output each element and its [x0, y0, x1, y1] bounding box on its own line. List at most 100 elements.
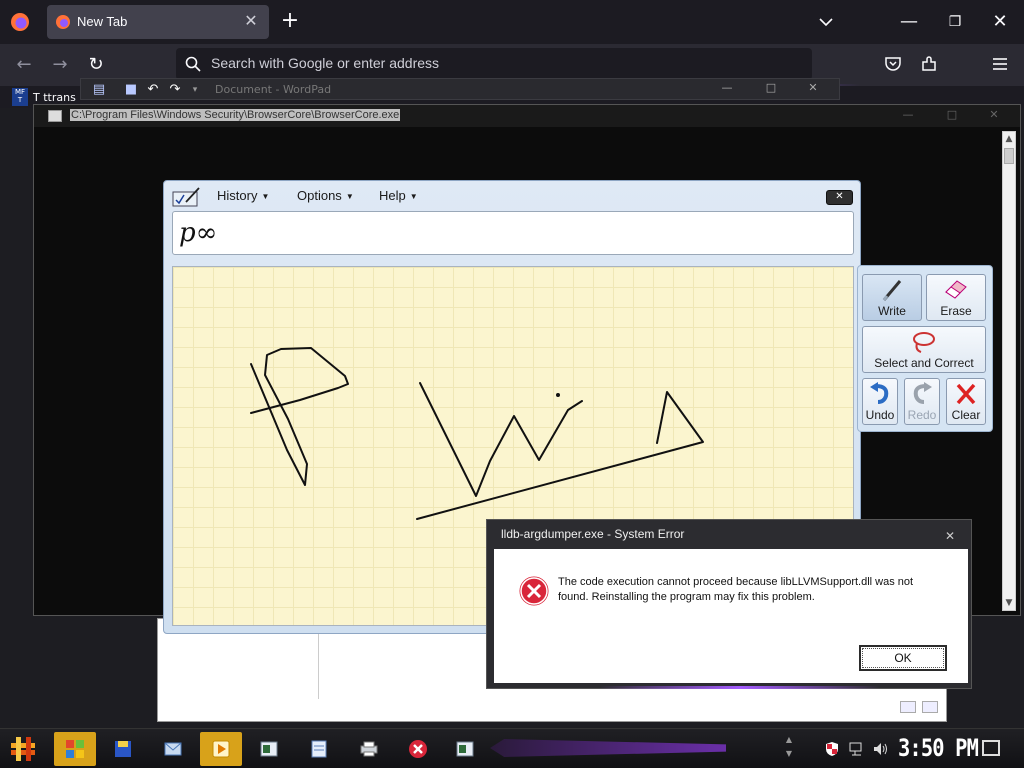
wordpad-title: Document - WordPad	[215, 83, 332, 96]
media-player-icon	[212, 740, 230, 758]
taskbar: ▲ ▼ 3:50 PM	[0, 728, 1024, 768]
redo-icon[interactable]: ↷	[167, 82, 183, 98]
chevron-down-icon[interactable]	[816, 12, 836, 32]
security-shield-icon[interactable]	[824, 741, 840, 757]
firefox-tab-icon	[56, 15, 70, 29]
tab-title: New Tab	[77, 14, 128, 29]
taskbar-item-save[interactable]	[102, 732, 144, 766]
notification-icon[interactable]	[982, 740, 1000, 756]
mft-app-icon[interactable]: MF T	[12, 88, 28, 106]
pocket-icon[interactable]	[883, 54, 903, 74]
menu-icon[interactable]	[990, 54, 1010, 74]
save-icon[interactable]: ■	[123, 82, 139, 98]
scroll-up-icon[interactable]: ▲	[1003, 132, 1015, 146]
back-arrow-icon[interactable]: ←	[12, 53, 36, 77]
error-message: The code execution cannot proceed becaus…	[558, 576, 914, 603]
undo-button[interactable]: Undo	[862, 378, 898, 425]
console-path: C:\Program Files\Windows Security\Browse…	[70, 109, 401, 121]
quick-access-chevron-icon[interactable]: ▾	[187, 82, 203, 98]
system-error-dialog: lldb-argdumper.exe - System Error ✕ The …	[486, 519, 972, 689]
error-icon	[518, 575, 550, 607]
printer-icon	[360, 741, 378, 757]
menu-options[interactable]: Options ▼	[297, 188, 354, 203]
wordpad-titlebar: ▤ ■ ↶ ↷ ▾ Document - WordPad — □ ✕	[80, 78, 840, 100]
ruler-line	[318, 629, 319, 699]
scroll-thumb[interactable]	[1004, 148, 1014, 164]
math-tool-panel: Write Erase Select and Correct Undo Redo	[857, 265, 993, 432]
extensions-icon[interactable]	[919, 54, 939, 74]
console-close-button[interactable]: ✕	[982, 108, 1006, 122]
taskbar-item-mail[interactable]	[152, 732, 194, 766]
windows-flag-icon	[66, 740, 84, 758]
taskbar-scroll-arrows[interactable]: ▲ ▼	[783, 733, 795, 765]
view-layout-icon[interactable]	[900, 701, 916, 713]
clear-button[interactable]: Clear	[946, 378, 986, 425]
ok-button[interactable]: OK	[859, 645, 947, 671]
console-titlebar: C:\Program Files\Windows Security\Browse…	[34, 105, 1020, 127]
minimize-button[interactable]: —	[897, 10, 921, 34]
search-icon	[185, 56, 201, 72]
select-and-correct-button[interactable]: Select and Correct	[862, 326, 986, 373]
error-dialog-body: The code execution cannot proceed becaus…	[494, 549, 968, 683]
error-accent-glow	[600, 686, 880, 689]
eraser-icon	[945, 280, 967, 299]
undo-arrow-icon	[870, 382, 889, 404]
console-scrollbar[interactable]: ▲ ▼	[1002, 131, 1016, 611]
math-preview-text: p∞	[179, 218, 218, 248]
reload-icon[interactable]: ↻	[84, 53, 108, 77]
mail-icon	[164, 742, 182, 756]
error-dialog-close-button[interactable]: ✕	[937, 527, 963, 545]
window-app-icon	[260, 741, 278, 757]
new-tab-button[interactable]: +	[278, 10, 302, 34]
address-bar[interactable]: Search with Google or enter address	[176, 48, 812, 80]
console-maximize-button[interactable]: □	[940, 108, 964, 122]
wordpad-icon	[311, 740, 327, 758]
taskbar-item-media[interactable]	[200, 732, 242, 766]
address-placeholder: Search with Google or enter address	[211, 55, 440, 71]
taskbar-swoosh-decoration	[490, 739, 726, 757]
close-tab-icon[interactable]: ✕	[241, 11, 261, 31]
taskbar-item-printer[interactable]	[348, 732, 390, 766]
taskbar-clock[interactable]: 3:50 PM	[898, 734, 979, 762]
math-preview-area[interactable]: p∞	[172, 211, 854, 255]
redo-arrow-icon	[913, 382, 932, 404]
wordpad-close-button[interactable]: ✕	[793, 81, 833, 97]
error-x-icon	[409, 740, 427, 758]
wordpad-maximize-button[interactable]: □	[751, 81, 791, 97]
close-window-button[interactable]: ✕	[988, 10, 1012, 34]
menu-history[interactable]: History ▼	[217, 188, 269, 203]
forward-arrow-icon[interactable]: →	[48, 53, 72, 77]
taskbar-item-explorer[interactable]	[54, 732, 96, 766]
floppy-icon	[115, 741, 131, 757]
redo-button[interactable]: Redo	[904, 378, 940, 425]
menu-help[interactable]: Help ▼	[379, 188, 418, 203]
wordpad-app-icon: ▤	[92, 82, 106, 97]
scroll-down-icon[interactable]: ▼	[1003, 596, 1015, 610]
erase-button[interactable]: Erase	[926, 274, 986, 321]
taskbar-item-math-input[interactable]	[444, 732, 486, 766]
firefox-logo-icon[interactable]	[10, 12, 30, 32]
taskbar-item-wordpad[interactable]	[298, 732, 340, 766]
math-input-app-icon	[172, 187, 200, 207]
undo-icon[interactable]: ↶	[145, 82, 161, 98]
start-button-icon[interactable]	[8, 735, 40, 763]
wordpad-minimize-button[interactable]: —	[707, 81, 747, 97]
pen-icon	[882, 280, 902, 301]
volume-icon[interactable]	[872, 741, 888, 757]
tab-new-tab[interactable]: New Tab ✕	[47, 5, 269, 39]
error-dialog-title: lldb-argdumper.exe - System Error	[501, 527, 685, 541]
lasso-icon	[913, 332, 935, 353]
restore-button[interactable]: ❐	[943, 10, 967, 34]
console-app-icon	[48, 110, 62, 122]
write-button[interactable]: Write	[862, 274, 922, 321]
math-input-icon	[456, 741, 474, 757]
view-web-icon[interactable]	[922, 701, 938, 713]
console-minimize-button[interactable]: —	[896, 108, 920, 122]
clear-x-icon	[956, 383, 976, 405]
math-input-close-button[interactable]: ✕	[826, 190, 853, 205]
bookmark-label[interactable]: T ttrans	[33, 91, 76, 104]
taskbar-item-error[interactable]	[397, 732, 439, 766]
taskbar-item-console[interactable]	[248, 732, 290, 766]
network-icon[interactable]	[849, 741, 865, 757]
browser-tab-bar: New Tab ✕ + — ❐ ✕	[0, 0, 1024, 44]
